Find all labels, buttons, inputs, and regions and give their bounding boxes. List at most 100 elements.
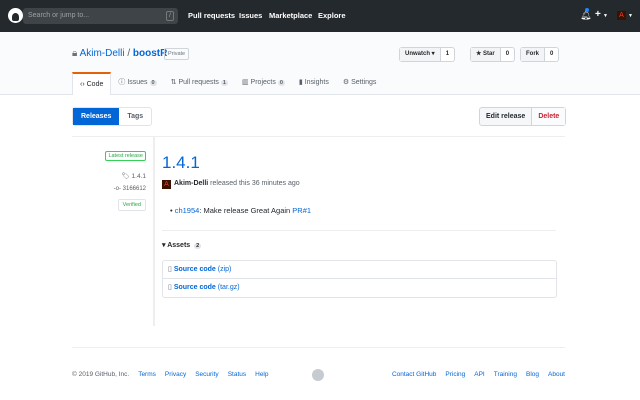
assets-toggle[interactable]: ▾ Assets 2 — [162, 241, 202, 249]
releases-tab[interactable]: Releases — [73, 108, 120, 125]
graph-icon: ▮ — [298, 79, 303, 86]
tab-label: Insights — [304, 79, 329, 86]
releases-tags-toggle: Releases Tags — [72, 107, 153, 126]
repo-owner-link[interactable]: Akim-Delli — [80, 48, 125, 59]
tab-label: Settings — [351, 79, 377, 86]
footer-link-privacy[interactable]: Privacy — [165, 371, 186, 378]
footer-link-training[interactable]: Training — [494, 371, 517, 378]
user-avatar[interactable]: A — [617, 11, 626, 20]
release-note-item: • ch1954: Make release Great Again PR#1 — [170, 206, 312, 215]
footer-link-help[interactable]: Help — [255, 371, 268, 378]
pr-link[interactable]: PR#1 — [292, 206, 311, 215]
tab-count: 0 — [277, 80, 285, 86]
chevron-down-icon: ▼ — [628, 13, 633, 19]
verified-badge[interactable]: Verified — [117, 199, 146, 211]
star-button[interactable]: ★ Star — [471, 48, 501, 61]
timeline-divider — [153, 137, 155, 326]
tag-link[interactable]: 🏷︎ 1.4.1 — [121, 172, 146, 180]
asset-name[interactable]: Source code — [174, 266, 216, 273]
footer-link-security[interactable]: Security — [195, 371, 218, 378]
watchers-count[interactable]: 1 — [441, 48, 454, 61]
nav-pull-requests[interactable]: Pull requests — [188, 11, 235, 20]
unwatch-button[interactable]: Unwatch ▾ — [400, 48, 441, 61]
tab-settings[interactable]: ⚙ Settings — [336, 72, 384, 95]
repo-name-link[interactable]: boostR — [133, 48, 167, 59]
user-mention-link[interactable]: ch1954 — [175, 206, 200, 215]
author-avatar[interactable]: A — [162, 180, 171, 189]
footer-link-pricing[interactable]: Pricing — [445, 371, 465, 378]
asset-type[interactable]: (zip) — [218, 266, 232, 273]
private-badge: Private — [164, 48, 190, 60]
tab-label: Issues — [127, 79, 148, 86]
release-title[interactable]: 1.4.1 — [162, 153, 200, 173]
tags-tab[interactable]: Tags — [119, 108, 151, 125]
tab-label: Pull requests — [178, 79, 219, 86]
footer-link-contact[interactable]: Contact GitHub — [392, 371, 436, 378]
latest-release-badge: Latest release — [105, 151, 146, 161]
edit-release-button[interactable]: Edit release — [480, 108, 533, 125]
footer-link-terms[interactable]: Terms — [138, 371, 156, 378]
tag-name: 1.4.1 — [131, 173, 146, 180]
asset-type[interactable]: (tar.gz) — [218, 284, 240, 291]
tab-count: 0 — [149, 80, 157, 86]
divider — [162, 230, 556, 231]
assets-count: 2 — [194, 243, 202, 249]
github-footer-logo-icon[interactable] — [312, 369, 324, 381]
assets-list: ▯ Source code (zip) ▯ Source code (tar.g… — [162, 260, 557, 298]
tab-label: Projects — [250, 79, 276, 86]
release-byline: Akim-Delli released this 36 minutes ago — [174, 180, 300, 187]
asset-name[interactable]: Source code — [174, 284, 216, 291]
asset-item[interactable]: ▯ Source code (zip) — [163, 261, 556, 279]
search-placeholder: Search or jump to... — [28, 12, 90, 19]
code-icon: ‹› — [80, 81, 85, 88]
repo-title: 🔒︎ Akim-Delli / boostR — [72, 48, 167, 59]
delete-button[interactable]: Delete — [532, 108, 566, 125]
caret-down-icon: ▾ — [162, 242, 166, 249]
nav-marketplace[interactable]: Marketplace — [269, 11, 312, 20]
author-link[interactable]: Akim-Delli — [174, 180, 208, 187]
footer-left: © 2019 GitHub, Inc. Terms Privacy Securi… — [72, 371, 269, 378]
asset-item[interactable]: ▯ Source code (tar.gz) — [163, 279, 556, 297]
repo-separator: / — [124, 48, 133, 59]
commit-link[interactable]: -o- 3166612 — [114, 186, 146, 192]
search-input[interactable]: Search or jump to... / — [23, 8, 178, 24]
commit-sha: 3166612 — [122, 186, 146, 192]
top-nav-bar: Search or jump to... / Pull requests Issu… — [0, 0, 640, 32]
star-button-group: ★ Star 0 — [470, 47, 516, 62]
tab-insights[interactable]: ▮ Insights — [292, 72, 336, 95]
nav-explore[interactable]: Explore — [318, 11, 346, 20]
release-time: released this 36 minutes ago — [208, 180, 300, 187]
footer-link-status[interactable]: Status — [228, 371, 246, 378]
tab-count: 1 — [220, 80, 228, 86]
tab-code[interactable]: ‹› Code — [72, 72, 112, 95]
copyright: © 2019 GitHub, Inc. — [72, 371, 130, 378]
forks-count[interactable]: 0 — [545, 48, 558, 61]
chevron-down-icon: ▼ — [603, 13, 608, 19]
tab-label: Code — [86, 81, 104, 88]
tag-icon: 🏷︎ — [121, 173, 130, 180]
release-actions: Edit release Delete — [479, 107, 567, 126]
tab-issues[interactable]: ⓘ Issues 0 — [111, 72, 163, 95]
file-zip-icon: ▯ — [168, 284, 172, 291]
watch-button-group: Unwatch ▾ 1 — [399, 47, 456, 62]
pull-request-icon: ⇅ — [170, 79, 177, 86]
create-new-button[interactable]: + — [595, 9, 601, 20]
footer-divider — [72, 347, 565, 348]
project-icon: ▥ — [241, 79, 249, 86]
fork-button[interactable]: Fork — [521, 48, 546, 61]
footer-right: Contact GitHub Pricing API Training Blog… — [392, 371, 565, 378]
file-zip-icon: ▯ — [168, 266, 172, 273]
nav-issues[interactable]: Issues — [239, 11, 262, 20]
stars-count[interactable]: 0 — [501, 48, 514, 61]
footer-link-api[interactable]: API — [474, 371, 484, 378]
assets-label: Assets — [167, 242, 191, 249]
tab-pull-requests[interactable]: ⇅ Pull requests 1 — [164, 72, 235, 95]
github-logo-icon[interactable] — [8, 8, 23, 23]
footer-link-blog[interactable]: Blog — [526, 371, 539, 378]
commit-icon: -o- — [113, 186, 121, 192]
tab-projects[interactable]: ▥ Projects 0 — [235, 72, 292, 95]
gear-icon: ⚙ — [342, 79, 350, 86]
issue-icon: ⓘ — [118, 79, 126, 86]
footer-link-about[interactable]: About — [548, 371, 565, 378]
slash-shortcut-badge: / — [166, 11, 174, 21]
